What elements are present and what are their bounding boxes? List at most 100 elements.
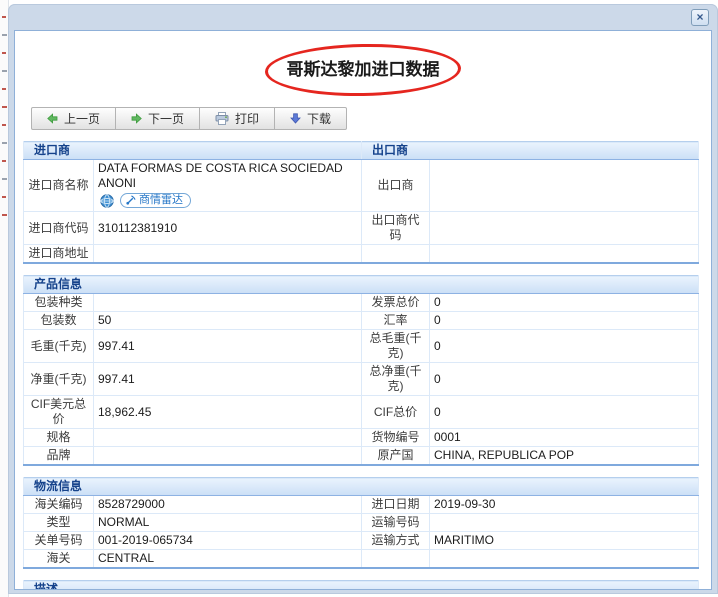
field-label: CIF美元总价 bbox=[23, 395, 94, 429]
field-label bbox=[361, 549, 430, 569]
field-label: 净重(千克) bbox=[23, 362, 94, 396]
next-page-label: 下一页 bbox=[148, 112, 185, 126]
field-value: 0 bbox=[428, 329, 700, 363]
field-value: 0001 bbox=[428, 428, 700, 447]
field-value: MARITIMO bbox=[428, 531, 700, 550]
field-label: 进口商名称 bbox=[23, 159, 94, 212]
toolbar: 上一页 下一页 打印 下载 bbox=[31, 107, 348, 130]
field-label: 海关编码 bbox=[23, 495, 94, 514]
table-row: 进口商地址 bbox=[23, 244, 700, 264]
field-label: 毛重(千克) bbox=[23, 329, 94, 363]
field-value bbox=[429, 159, 700, 212]
field-value: 997.41 bbox=[93, 362, 362, 396]
modal-titlebar: × bbox=[8, 4, 718, 30]
print-label: 打印 bbox=[235, 112, 260, 126]
field-value bbox=[93, 446, 362, 466]
field-value bbox=[93, 428, 362, 447]
field-label: 类型 bbox=[23, 513, 94, 532]
field-value: 0 bbox=[428, 362, 700, 396]
table-row: 规格 货物编号 0001 bbox=[23, 428, 700, 447]
field-label: 进口商地址 bbox=[23, 244, 94, 264]
radar-icon bbox=[126, 195, 136, 205]
field-label: 关单号码 bbox=[23, 531, 94, 550]
page-title: 哥斯达黎加进口数据 bbox=[286, 60, 440, 79]
print-button[interactable]: 打印 bbox=[199, 107, 276, 130]
globe-icon[interactable] bbox=[100, 193, 114, 208]
field-value bbox=[92, 244, 363, 264]
importer-exporter-section: 进口商 出口商 进口商名称 DATA FORMAS DE COSTA RICA … bbox=[22, 141, 700, 264]
field-value: 001-2019-065734 bbox=[93, 531, 362, 550]
field-label: 汇率 bbox=[361, 311, 430, 330]
field-value: 2019-09-30 bbox=[428, 495, 700, 514]
download-label: 下载 bbox=[307, 112, 332, 126]
field-label: 货物编号 bbox=[361, 428, 430, 447]
modal-window: × 哥斯达黎加进口数据 上一页 下一页 打印 下载 进口商 出口商 进口商名称 … bbox=[8, 4, 718, 594]
radar-badge-label: 商情雷达 bbox=[139, 194, 183, 206]
field-value: 997.41 bbox=[93, 329, 362, 363]
section-header-row: 进口商 出口商 bbox=[22, 141, 700, 160]
field-value: 18,962.45 bbox=[93, 395, 362, 429]
table-row: 进口商代码 310112381910 出口商代码 bbox=[23, 211, 700, 245]
logistics-section-header: 物流信息 bbox=[22, 477, 700, 496]
table-row: 关单号码 001-2019-065734 运输方式 MARITIMO bbox=[23, 531, 700, 550]
next-page-button[interactable]: 下一页 bbox=[115, 107, 201, 130]
download-button[interactable]: 下载 bbox=[274, 107, 348, 130]
field-label: 总毛重(千克) bbox=[361, 329, 430, 363]
product-info-section: 产品信息 包装种类 发票总价 0 包装数 50 汇率 0 毛重(千克) 997.… bbox=[22, 275, 700, 466]
field-value bbox=[428, 513, 700, 532]
modal-content: 哥斯达黎加进口数据 上一页 下一页 打印 下载 进口商 出口商 进口商名称 DA… bbox=[14, 30, 712, 590]
field-label: 进口商代码 bbox=[23, 211, 94, 245]
importer-links: 商情雷达 bbox=[100, 192, 357, 209]
table-row: 海关编码 8528729000 进口日期 2019-09-30 bbox=[23, 495, 700, 514]
description-section-header: 描述 bbox=[22, 580, 700, 589]
importer-section-header: 进口商 bbox=[22, 141, 363, 160]
field-label: 包装种类 bbox=[23, 293, 94, 312]
table-row: 类型 NORMAL 运输号码 bbox=[23, 513, 700, 532]
field-value: CENTRAL bbox=[93, 549, 362, 569]
table-row: 包装数 50 汇率 0 bbox=[23, 311, 700, 330]
table-row: 海关 CENTRAL bbox=[23, 549, 700, 569]
importer-name-cell: DATA FORMAS DE COSTA RICA SOCIEDAD ANONI bbox=[92, 159, 363, 212]
field-value: 8528729000 bbox=[93, 495, 362, 514]
field-label: 品牌 bbox=[23, 446, 94, 466]
printer-icon bbox=[215, 112, 229, 125]
field-value bbox=[93, 293, 362, 312]
field-label: 进口日期 bbox=[361, 495, 430, 514]
field-value: 0 bbox=[428, 293, 700, 312]
title-area: 哥斯达黎加进口数据 bbox=[15, 42, 711, 98]
field-label: 出口商代码 bbox=[361, 211, 431, 245]
field-value: CHINA, REPUBLICA POP bbox=[428, 446, 700, 466]
table-row: 品牌 原产国 CHINA, REPUBLICA POP bbox=[23, 446, 700, 466]
logistics-info-section: 物流信息 海关编码 8528729000 进口日期 2019-09-30 类型 … bbox=[22, 477, 700, 569]
exporter-section-header: 出口商 bbox=[361, 141, 700, 160]
field-label: 包装数 bbox=[23, 311, 94, 330]
field-value: 0 bbox=[428, 395, 700, 429]
field-label: 运输号码 bbox=[361, 513, 430, 532]
close-button[interactable]: × bbox=[691, 9, 709, 26]
radar-badge[interactable]: 商情雷达 bbox=[120, 193, 191, 208]
field-label: 发票总价 bbox=[361, 293, 430, 312]
field-label bbox=[361, 244, 431, 264]
section-header-row: 产品信息 bbox=[22, 275, 700, 294]
field-value bbox=[429, 244, 700, 264]
section-header-row: 物流信息 bbox=[22, 477, 700, 496]
field-value: 0 bbox=[428, 311, 700, 330]
table-row: 包装种类 发票总价 0 bbox=[23, 293, 700, 312]
field-label: 海关 bbox=[23, 549, 94, 569]
table-row: CIF美元总价 18,962.45 CIF总价 0 bbox=[23, 395, 700, 429]
importer-name-value: DATA FORMAS DE COSTA RICA SOCIEDAD ANONI bbox=[98, 161, 343, 190]
field-label: 出口商 bbox=[361, 159, 431, 212]
field-label: 运输方式 bbox=[361, 531, 430, 550]
prev-page-label: 上一页 bbox=[64, 112, 101, 126]
arrow-left-icon bbox=[47, 113, 58, 124]
product-section-header: 产品信息 bbox=[22, 275, 700, 294]
field-value bbox=[429, 211, 700, 245]
field-label: 原产国 bbox=[361, 446, 430, 466]
field-value bbox=[428, 549, 700, 569]
arrow-down-icon bbox=[290, 113, 301, 124]
prev-page-button[interactable]: 上一页 bbox=[31, 107, 117, 130]
field-label: CIF总价 bbox=[361, 395, 430, 429]
table-row: 毛重(千克) 997.41 总毛重(千克) 0 bbox=[23, 329, 700, 363]
field-value: 50 bbox=[93, 311, 362, 330]
close-icon: × bbox=[696, 10, 704, 24]
